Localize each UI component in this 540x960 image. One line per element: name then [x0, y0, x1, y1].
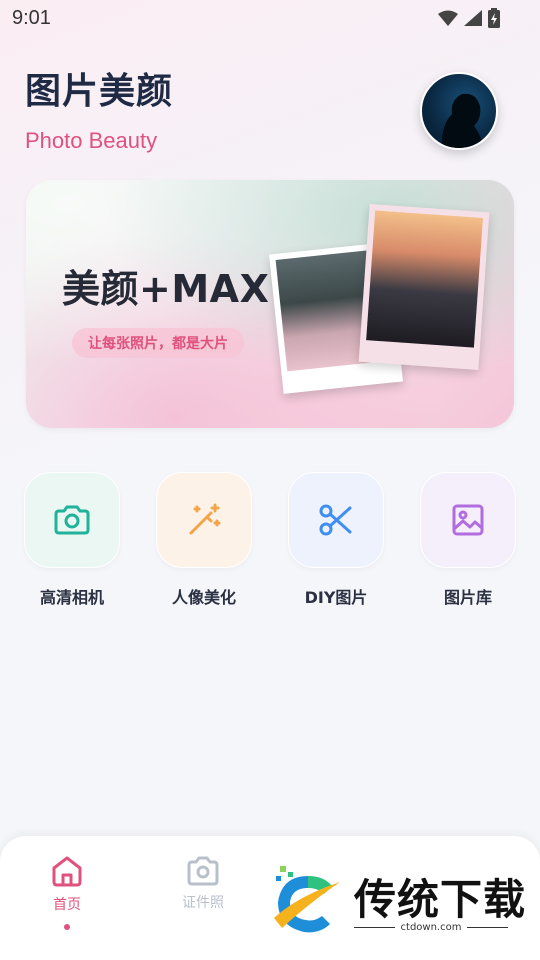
banner-photo-right: [358, 204, 490, 370]
banner-tagline: 让每张照片，都是大片: [72, 328, 244, 358]
magic-wand-icon: [189, 503, 221, 535]
status-icons: [438, 8, 500, 28]
image-icon: [452, 504, 484, 536]
wifi-icon: [438, 10, 458, 26]
app-title: 图片美颜: [25, 71, 174, 112]
feature-diy-image[interactable]: DIY图片: [288, 472, 384, 608]
nav-active-indicator: [64, 924, 70, 930]
feature-portrait-beautify[interactable]: 人像美化: [156, 472, 252, 608]
watermark-url: ctdown.com: [354, 922, 508, 933]
feature-image-library-label: 图片库: [443, 588, 492, 607]
feature-grid: 高清相机 人像美化 DIY图片 图片库: [24, 472, 516, 608]
scissors-icon: [319, 504, 352, 536]
feature-diy-image-tile[interactable]: [288, 472, 384, 568]
feature-image-library-tile[interactable]: [420, 472, 516, 568]
status-bar: 9:01: [0, 0, 540, 36]
user-avatar[interactable]: [420, 72, 498, 150]
signal-icon: [464, 10, 482, 26]
feature-diy-image-label: DIY图片: [304, 588, 368, 607]
app-subtitle: Photo Beauty: [25, 128, 158, 153]
feature-portrait-beautify-label: 人像美化: [171, 588, 236, 607]
camera-icon: [187, 856, 219, 886]
nav-home-label: 首页: [53, 897, 81, 913]
feature-hd-camera-label: 高清相机: [39, 588, 104, 607]
nav-id-photo[interactable]: 证件照: [176, 856, 230, 912]
promo-banner[interactable]: 美颜+MAX 让每张照片，都是大片: [26, 180, 514, 428]
page-header: 图片美颜 Photo Beauty: [25, 62, 173, 154]
watermark-url-text: ctdown.com: [400, 922, 462, 933]
feature-hd-camera[interactable]: 高清相机: [24, 472, 120, 608]
nav-home[interactable]: 首页: [44, 854, 90, 930]
status-time: 9:01: [12, 6, 51, 29]
battery-icon: [488, 8, 500, 28]
avatar-portrait-icon: [441, 93, 484, 148]
watermark: 传统下载 ctdown.com: [268, 862, 525, 938]
banner-title: 美颜+MAX: [62, 267, 270, 311]
nav-id-photo-label: 证件照: [182, 895, 224, 911]
home-icon: [52, 856, 82, 887]
watermark-text: 传统下载: [354, 875, 527, 924]
feature-hd-camera-tile[interactable]: [24, 472, 120, 568]
feature-image-library[interactable]: 图片库: [420, 472, 516, 608]
camera-icon: [54, 505, 90, 535]
watermark-logo-icon: [274, 866, 340, 933]
feature-portrait-beautify-tile[interactable]: [156, 472, 252, 568]
